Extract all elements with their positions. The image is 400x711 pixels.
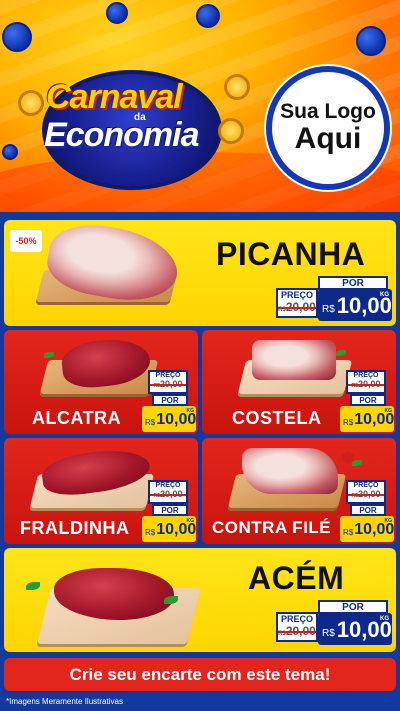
product-name: COSTELA	[232, 408, 322, 428]
currency-symbol: R$	[145, 528, 156, 537]
preco-label: PREÇO	[280, 614, 313, 624]
price-block: PREÇO R$20,00 POR R$ 10,00 KG	[340, 370, 394, 432]
coin-icon	[356, 26, 386, 56]
current-price: R$ 10,00 KG	[318, 289, 392, 321]
old-price-box: PREÇO R$20,00	[346, 480, 386, 504]
campaign-title-line1: Carnaval	[46, 78, 183, 116]
old-price-box: PREÇO R$20,00	[276, 612, 318, 642]
product-card-acem: ACÉM POR PREÇO R$20,00 R$ 10,00 KG	[4, 548, 396, 652]
product-card-picanha: -50% PICANHA POR PREÇO R$20,00 R$ 10,00 …	[4, 220, 396, 326]
por-label: POR	[350, 394, 386, 406]
product-name: PICANHA	[216, 236, 366, 272]
price-block: POR PREÇO R$20,00 R$ 10,00 KG	[276, 600, 392, 646]
currency-symbol: R$	[145, 418, 156, 427]
unit-label: KG	[186, 518, 195, 524]
herb-decoration	[26, 582, 40, 590]
current-price: R$ 10,00 KG	[142, 406, 196, 432]
product-image-costela	[252, 340, 336, 380]
price-block: POR PREÇO R$20,00 R$ 10,00 KG	[276, 276, 392, 322]
coin-icon	[106, 2, 128, 24]
coin-icon	[196, 4, 220, 28]
preco-label: PREÇO	[155, 482, 181, 489]
preco-label: PREÇO	[353, 372, 379, 379]
campaign-title-line2: Economia	[44, 116, 199, 154]
old-price-box: PREÇO R$20,00	[148, 480, 188, 504]
preco-label: PREÇO	[155, 372, 181, 379]
current-price: R$ 10,00 KG	[142, 516, 196, 542]
old-price: R$20,00	[278, 624, 316, 638]
price-block: PREÇO R$20,00 POR R$ 10,00 KG	[340, 480, 394, 542]
product-image-contra-file	[242, 448, 338, 494]
campaign-logo: Carnaval da Economia	[14, 52, 254, 190]
current-price: R$ 10,00 KG	[318, 613, 392, 645]
cta-banner[interactable]: Crie seu encarte com este tema!	[4, 658, 396, 691]
old-price-box: PREÇO R$20,00	[148, 370, 188, 394]
product-card-costela: COSTELA PREÇO R$20,00 POR R$ 10,00 KG	[202, 330, 396, 434]
unit-label: KG	[380, 616, 389, 622]
product-name: FRALDINHA	[20, 518, 130, 538]
store-logo-placeholder: Sua Logo Aqui	[266, 66, 390, 190]
current-price: R$ 10,00 KG	[340, 406, 394, 432]
por-label: POR	[318, 276, 388, 290]
old-price: R$20,00	[348, 379, 384, 389]
discount-badge: -50%	[10, 230, 42, 252]
por-label: POR	[318, 600, 388, 614]
trumpet-icon	[224, 74, 250, 100]
herb-decoration	[336, 350, 346, 356]
currency-symbol: R$	[343, 418, 354, 427]
unit-label: KG	[384, 408, 393, 414]
por-label: POR	[350, 504, 386, 516]
product-card-alcatra: ALCATRA PREÇO R$20,00 POR R$ 10,00 KG	[4, 330, 198, 434]
preco-label: PREÇO	[280, 290, 313, 300]
trumpet-icon	[18, 90, 44, 116]
old-price: R$20,00	[150, 379, 186, 389]
unit-label: KG	[380, 292, 389, 298]
store-logo-line2: Aqui	[294, 122, 362, 156]
trumpet-icon	[218, 118, 244, 144]
coin-icon	[2, 22, 32, 52]
por-label: POR	[152, 394, 188, 406]
old-price: R$20,00	[348, 489, 384, 499]
currency-symbol: R$	[322, 628, 335, 639]
price-block: PREÇO R$20,00 POR R$ 10,00 KG	[142, 480, 196, 542]
product-card-contra-file: CONTRA FILÉ PREÇO R$20,00 POR R$ 10,00 K…	[202, 438, 396, 544]
product-name: ALCATRA	[32, 408, 122, 428]
product-name: ACÉM	[248, 560, 345, 596]
herb-decoration	[44, 352, 54, 358]
currency-symbol: R$	[343, 528, 354, 537]
disclaimer-text: *Imagens Meramente Ilustrativas	[6, 697, 123, 706]
unit-label: KG	[384, 518, 393, 524]
preco-label: PREÇO	[353, 482, 379, 489]
old-price: R$20,00	[278, 300, 316, 314]
currency-symbol: R$	[322, 304, 335, 315]
unit-label: KG	[186, 408, 195, 414]
old-price: R$20,00	[150, 489, 186, 499]
product-name: CONTRA FILÉ	[212, 518, 332, 537]
old-price-box: PREÇO R$20,00	[346, 370, 386, 394]
current-price: R$ 10,00 KG	[340, 516, 394, 542]
old-price-box: PREÇO R$20,00	[276, 288, 318, 318]
flyer-page: Carnaval da Economia Sua Logo Aqui -50% …	[0, 0, 400, 711]
price-block: PREÇO R$20,00 POR R$ 10,00 KG	[142, 370, 196, 432]
header-banner: Carnaval da Economia Sua Logo Aqui	[0, 0, 400, 212]
store-logo-line1: Sua Logo	[280, 100, 376, 124]
herb-decoration	[352, 460, 362, 466]
product-card-fraldinha: FRALDINHA PREÇO R$20,00 POR R$ 10,00 KG	[4, 438, 198, 544]
por-label: POR	[152, 504, 188, 516]
